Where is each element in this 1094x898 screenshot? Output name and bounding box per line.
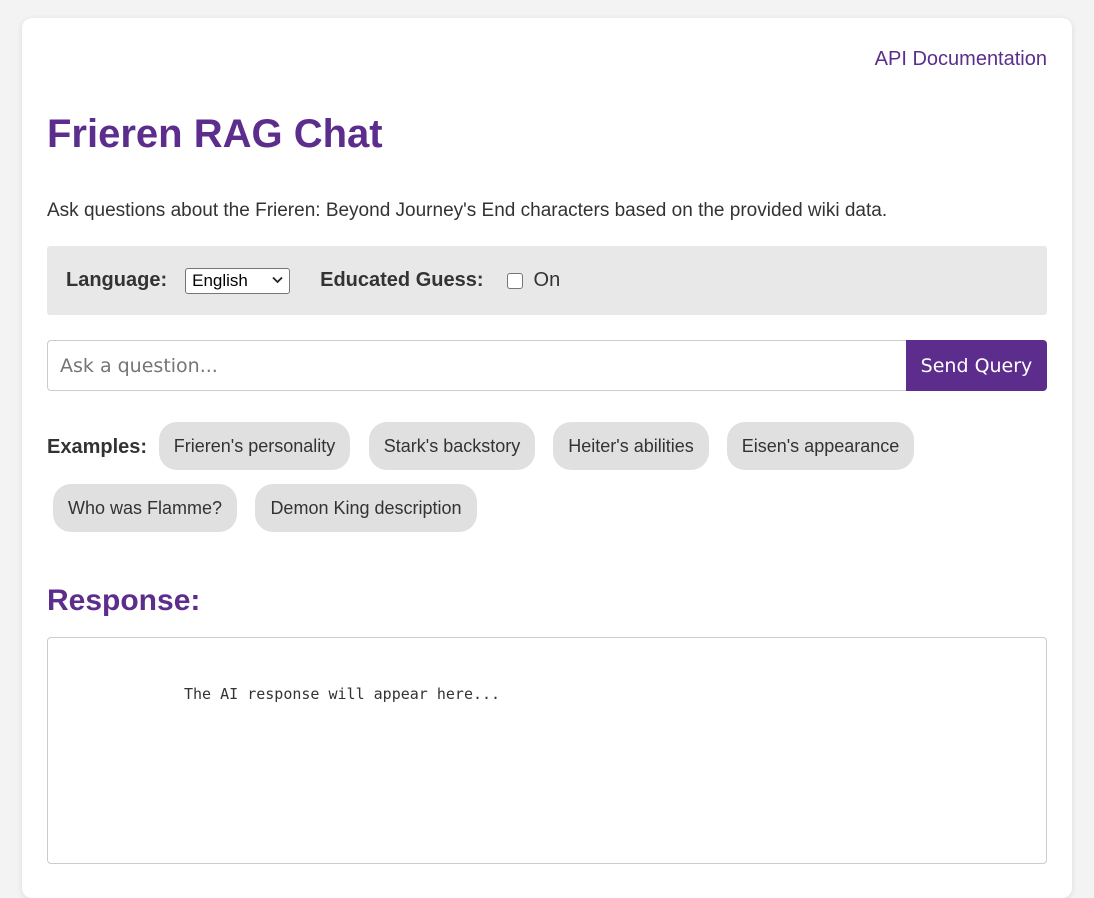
send-query-button[interactable]: Send Query <box>906 340 1047 391</box>
educated-guess-label: Educated Guess: <box>320 269 484 291</box>
language-select[interactable]: English <box>185 267 291 294</box>
language-label: Language: <box>66 269 168 291</box>
language-select-value: English <box>192 270 248 290</box>
example-chip-demon-king-description[interactable]: Demon King description <box>255 484 477 532</box>
example-chip-frieren-personality[interactable]: Frieren's personality <box>159 422 350 470</box>
query-row: Send Query <box>47 340 1047 391</box>
example-chip-eisen-appearance[interactable]: Eisen's appearance <box>727 422 914 470</box>
main-card: API Documentation Frieren RAG Chat Ask q… <box>22 18 1072 898</box>
response-placeholder-text: The AI response will appear here... <box>184 685 501 703</box>
examples-label: Examples: <box>47 436 148 458</box>
page-subtitle: Ask questions about the Frieren: Beyond … <box>47 200 888 221</box>
educated-guess-checkbox[interactable] <box>506 272 523 289</box>
options-bar: Language: English Educated Guess: On <box>47 246 1047 315</box>
top-nav: API Documentation <box>875 48 1047 71</box>
api-documentation-link[interactable]: API Documentation <box>875 48 1047 70</box>
example-chip-stark-backstory[interactable]: Stark's backstory <box>369 422 535 470</box>
response-box: The AI response will appear here... <box>47 637 1047 864</box>
response-title: Response: <box>47 584 201 617</box>
example-chip-heiter-abilities[interactable]: Heiter's abilities <box>553 422 709 470</box>
question-input[interactable] <box>47 340 906 391</box>
educated-guess-on-label[interactable]: On <box>534 269 561 292</box>
page-title: Frieren RAG Chat <box>47 112 383 156</box>
chevron-down-icon <box>272 275 283 287</box>
example-chip-who-was-flamme[interactable]: Who was Flamme? <box>53 484 237 532</box>
